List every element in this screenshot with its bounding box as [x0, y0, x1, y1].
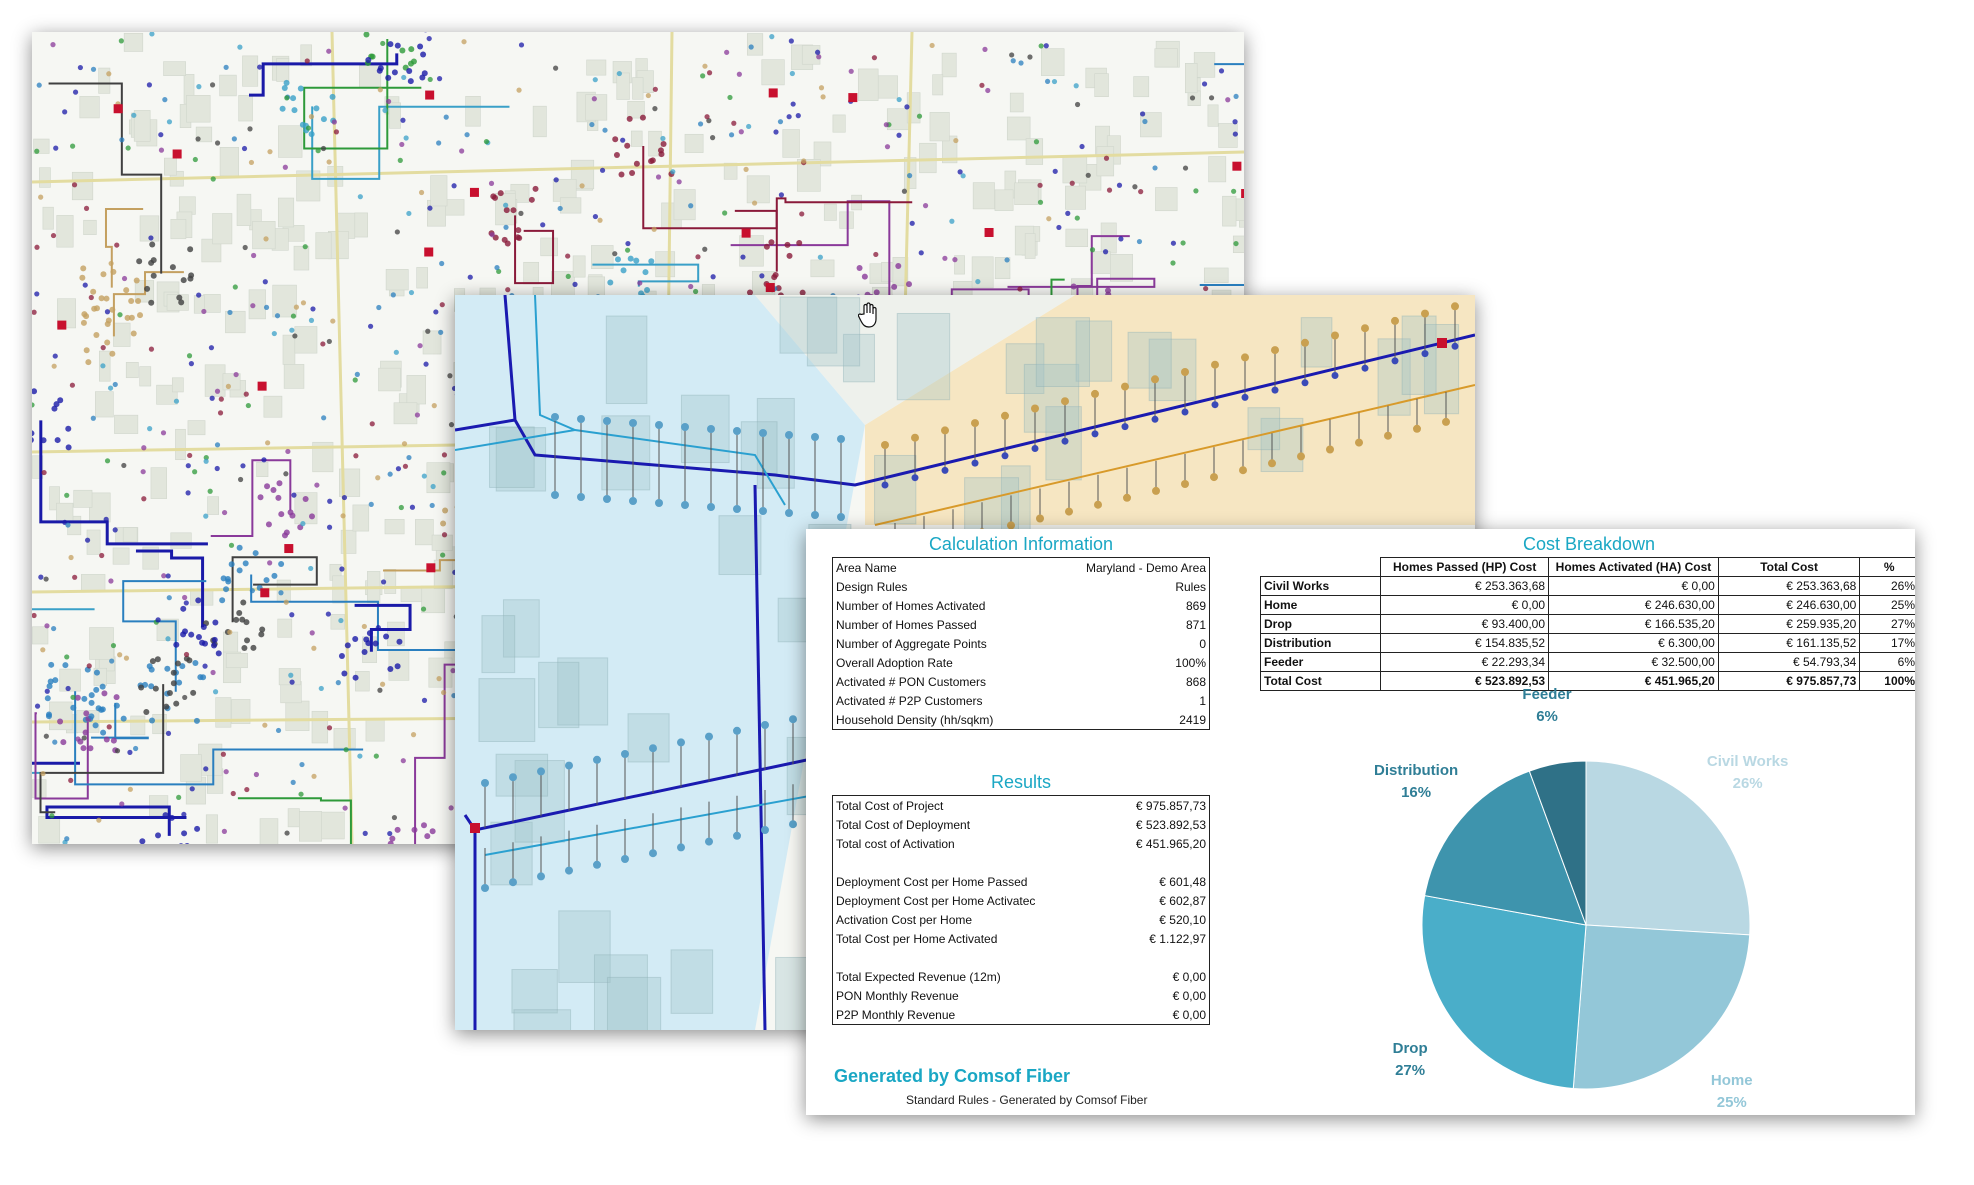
- cost-pie-chart: [1421, 760, 1751, 1090]
- pie-label: Civil Works 26%: [1678, 751, 1818, 795]
- pie-label-percent: 25%: [1716, 1094, 1747, 1112]
- pie-slice-home: [1572, 924, 1751, 1090]
- pie-label-name: Distribution: [1374, 762, 1459, 780]
- report-panel: Calculation Information Area Name Marylan…: [806, 529, 1915, 1115]
- pie-label-name: Home: [1710, 1072, 1753, 1090]
- footer-subtitle: Standard Rules - Generated by Comsof Fib…: [906, 1093, 1148, 1107]
- pie-label: Drop 27%: [1340, 1038, 1480, 1082]
- pie-label-percent: 16%: [1401, 784, 1432, 802]
- pie-label-percent: 27%: [1395, 1062, 1426, 1080]
- pie-label-percent: 6%: [1536, 708, 1558, 726]
- pie-label-name: Drop: [1392, 1040, 1428, 1058]
- pie-label: Home 25%: [1662, 1070, 1802, 1114]
- pie-label: Feeder 6%: [1477, 684, 1617, 728]
- pie-label: Distribution 16%: [1346, 760, 1486, 804]
- hand-cursor-icon: [857, 302, 878, 333]
- footer-title: Generated by Comsof Fiber: [834, 1066, 1071, 1086]
- pie-label-name: Feeder: [1522, 686, 1572, 704]
- pie-label-percent: 26%: [1732, 774, 1763, 792]
- blue-service-area: [455, 295, 865, 1030]
- pie-label-name: Civil Works: [1706, 752, 1789, 770]
